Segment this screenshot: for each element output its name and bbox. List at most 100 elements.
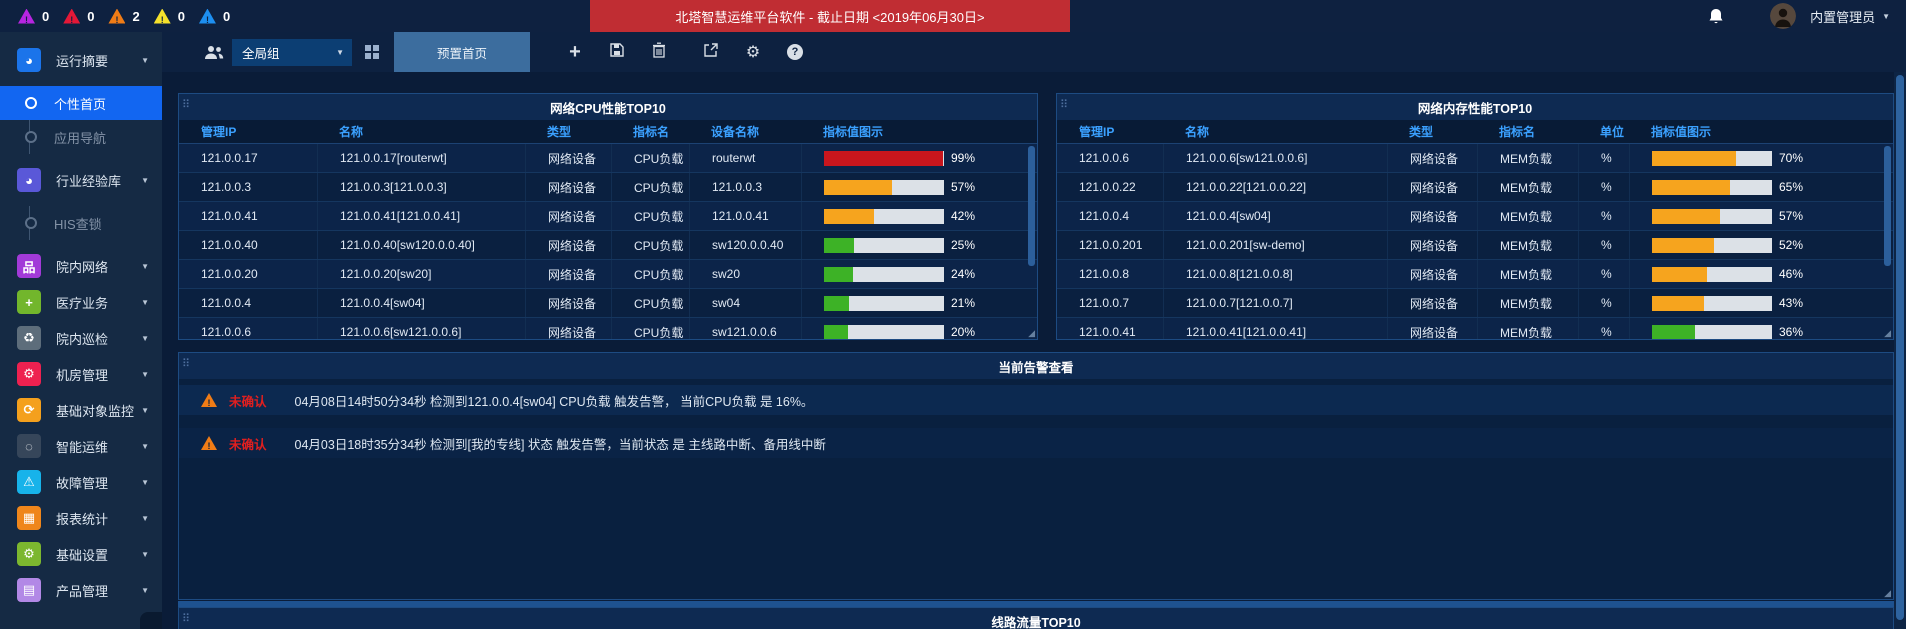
resize-grip-icon[interactable]: ◢ (1028, 328, 1035, 339)
sidebar-item-report-stats[interactable]: ▦报表统计▼ (0, 500, 162, 536)
column-header: 指标值图示 (801, 120, 1039, 143)
table-row[interactable]: 121.0.0.6121.0.0.6[sw121.0.0.6]网络设备CPU负载… (179, 318, 1037, 339)
alert-list: 未确认04月08日14时50分34秒 检测到121.0.0.4[sw04] CP… (179, 379, 1893, 458)
alert-message: 04月08日14时50分34秒 检测到121.0.0.4[sw04] CPU负载… (295, 391, 814, 410)
cell-indicator: 57% (801, 173, 1037, 201)
table-scrollbar[interactable] (1884, 146, 1891, 266)
cell-indicator: 99% (801, 144, 1037, 172)
table-row[interactable]: 121.0.0.40121.0.0.40[sw120.0.0.40]网络设备CP… (179, 231, 1037, 260)
user-avatar[interactable] (1770, 3, 1796, 29)
drag-handle-icon[interactable]: ⠿ (182, 357, 190, 370)
panel-title-bar: ⠿ 网络CPU性能TOP10 (179, 94, 1037, 120)
table-row[interactable]: 121.0.0.20121.0.0.20[sw20]网络设备CPU负载sw202… (179, 260, 1037, 289)
alert-row[interactable]: 未确认04月03日18时35分34秒 检测到[我的专线] 状态 触发告警，当前状… (179, 428, 1893, 458)
help-button[interactable]: ? (786, 42, 804, 62)
sidebar-item-basic-settings[interactable]: ⚙基础设置▼ (0, 536, 162, 572)
table-row[interactable]: 121.0.0.22121.0.0.22[121.0.0.22]网络设备MEM负… (1057, 173, 1893, 202)
sidebar-item-label: 运行摘要 (56, 51, 108, 70)
alert-badge-yellow[interactable]: 0 (154, 9, 185, 24)
cell-ip: 121.0.0.41 (179, 202, 317, 230)
table-row[interactable]: 121.0.0.3121.0.0.3[121.0.0.3]网络设备CPU负载12… (179, 173, 1037, 202)
sidebar-item-smart-ops[interactable]: ◌智能运维▼ (0, 428, 162, 464)
table-row[interactable]: 121.0.0.41121.0.0.41[121.0.0.41]网络设备MEM负… (1057, 318, 1893, 339)
cell-indicator: 36% (1629, 318, 1893, 339)
sidebar-item-label: 智能运维 (56, 437, 108, 456)
dashboard-content: ⠿ 网络CPU性能TOP10 管理IP名称类型指标名设备名称指标值图示121.0… (162, 72, 1906, 629)
bullet-icon (25, 97, 37, 109)
add-button[interactable]: + (566, 42, 584, 62)
sidebar-item-label: 医疗业务 (56, 293, 108, 312)
sidebar-item-label: 个性首页 (54, 94, 106, 113)
table-row[interactable]: 121.0.0.8121.0.0.8[121.0.0.8]网络设备MEM负载%4… (1057, 260, 1893, 289)
panel-title-bar: ⠿ 网络内存性能TOP10 (1057, 94, 1893, 120)
fault-mgmt-icon: ⚠ (17, 470, 41, 494)
group-select[interactable]: 全局组 ▼ (232, 39, 352, 66)
table-row[interactable]: 121.0.0.201121.0.0.201[sw-demo]网络设备MEM负载… (1057, 231, 1893, 260)
table-row[interactable]: 121.0.0.4121.0.0.4[sw04]网络设备CPU负载sw0421% (179, 289, 1037, 318)
drag-handle-icon[interactable]: ⠿ (1060, 98, 1068, 111)
sidebar-item-his-check[interactable]: HIS查锁 (0, 206, 162, 240)
indicator-value: 43% (1779, 296, 1803, 310)
delete-button[interactable] (650, 42, 668, 62)
chevron-down-icon: ▼ (141, 334, 149, 343)
tab-preset-homepage[interactable]: 预置首页 (394, 32, 530, 72)
resize-grip-icon[interactable]: ◢ (1884, 588, 1891, 599)
cell-indicator: 43% (1629, 289, 1893, 317)
indicator-bar (1652, 267, 1772, 282)
sidebar-item-label: 基础对象监控 (56, 401, 134, 420)
indicator-bar-fill (1652, 180, 1730, 195)
table-row[interactable]: 121.0.0.17121.0.0.17[routerwt]网络设备CPU负载r… (179, 144, 1037, 173)
alert-count: 0 (87, 9, 94, 24)
table-row[interactable]: 121.0.0.41121.0.0.41[121.0.0.41]网络设备CPU负… (179, 202, 1037, 231)
cell-name: 121.0.0.41[121.0.0.41] (1163, 318, 1387, 339)
cell-indicator: 25% (801, 231, 1037, 259)
sidebar-item-run-summary[interactable]: ◕运行摘要▼ (0, 42, 162, 78)
cell-unit: % (1578, 202, 1629, 230)
sidebar-item-personal-home[interactable]: 个性首页 (0, 86, 162, 120)
alert-badge-purple[interactable]: 0 (18, 9, 49, 24)
drag-handle-icon[interactable]: ⠿ (182, 98, 190, 111)
sidebar-item-label: 应用导航 (54, 128, 106, 147)
cell-device: sw20 (689, 260, 801, 288)
table-scrollbar[interactable] (1028, 146, 1035, 266)
current-alerts-panel: ⠿ 当前告警查看 未确认04月08日14时50分34秒 检测到121.0.0.4… (178, 352, 1894, 600)
table-row[interactable]: 121.0.0.4121.0.0.4[sw04]网络设备MEM负载%57% (1057, 202, 1893, 231)
sidebar-item-hospital-inspection[interactable]: ♻院内巡检▼ (0, 320, 162, 356)
save-button[interactable] (608, 42, 626, 62)
drag-handle-icon[interactable]: ⠿ (182, 612, 190, 625)
alert-badge-orange[interactable]: 2 (108, 9, 139, 24)
group-users-icon[interactable] (204, 45, 224, 60)
license-banner: 北塔智慧运维平台软件 - 截止日期 <2019年06月30日> (590, 0, 1070, 32)
table-row[interactable]: 121.0.0.6121.0.0.6[sw121.0.0.6]网络设备MEM负载… (1057, 144, 1893, 173)
sidebar-item-fault-mgmt[interactable]: ⚠故障管理▼ (0, 464, 162, 500)
cell-type: 网络设备 (1387, 231, 1477, 259)
page-scrollbar-thumb[interactable] (1896, 75, 1904, 620)
current-user-menu[interactable]: 内置管理员 (1810, 7, 1875, 26)
sidebar-item-app-nav[interactable]: 应用导航 (0, 120, 162, 154)
indicator-value: 65% (1779, 180, 1803, 194)
open-external-button[interactable] (702, 42, 720, 62)
sidebar-item-basic-object-monitor[interactable]: ⟳基础对象监控▼ (0, 392, 162, 428)
indicator-value: 42% (951, 209, 975, 223)
cell-ip: 121.0.0.6 (1057, 144, 1163, 172)
sidebar-item-hospital-network[interactable]: 品院内网络▼ (0, 248, 162, 284)
indicator-bar-fill (824, 180, 892, 195)
sidebar-item-industry-kb[interactable]: ◕行业经验库▼ (0, 162, 162, 198)
settings-button[interactable]: ⚙ (744, 42, 762, 62)
sidebar-item-server-room-mgmt[interactable]: ⚙机房管理▼ (0, 356, 162, 392)
chevron-down-icon: ▼ (141, 586, 149, 595)
table-row[interactable]: 121.0.0.7121.0.0.7[121.0.0.7]网络设备MEM负载%4… (1057, 289, 1893, 318)
alert-badge-red[interactable]: 0 (63, 9, 94, 24)
bullet-icon (25, 131, 37, 143)
chevron-down-icon: ▼ (141, 478, 149, 487)
alert-row[interactable]: 未确认04月08日14时50分34秒 检测到121.0.0.4[sw04] CP… (179, 385, 1893, 415)
cell-name: 121.0.0.7[121.0.0.7] (1163, 289, 1387, 317)
sidebar-item-medical-business[interactable]: +医疗业务▼ (0, 284, 162, 320)
warning-triangle-icon (108, 9, 125, 24)
cell-metric: CPU负载 (611, 289, 689, 317)
layout-grid-icon[interactable] (364, 44, 380, 60)
resize-grip-icon[interactable]: ◢ (1884, 328, 1891, 339)
notifications-bell-icon[interactable] (1708, 8, 1724, 25)
sidebar-item-product-mgmt[interactable]: ▤产品管理▼ (0, 572, 162, 608)
alert-badge-blue[interactable]: 0 (199, 9, 230, 24)
